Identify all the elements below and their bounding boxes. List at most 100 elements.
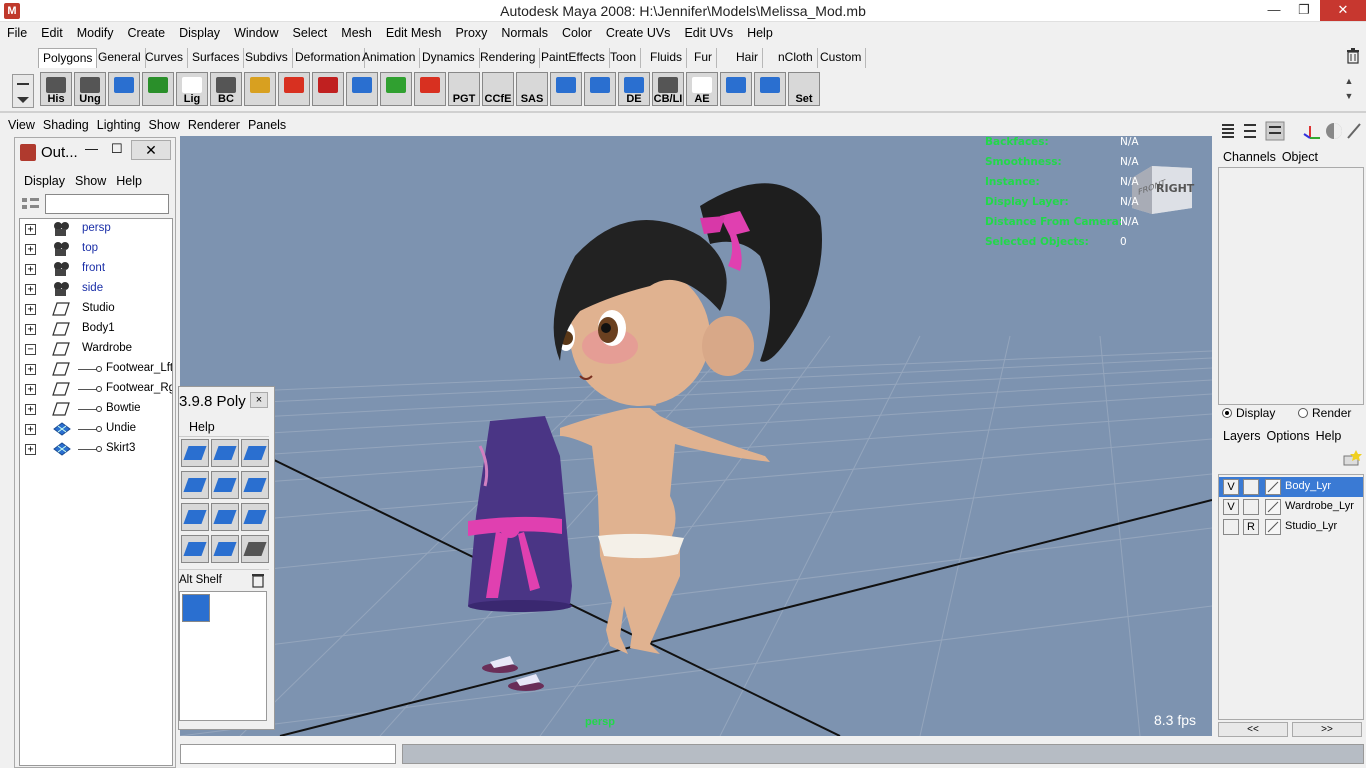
display-radio[interactable]: Display: [1222, 406, 1275, 420]
outliner-search-input[interactable]: [45, 194, 169, 214]
menu-normals[interactable]: Normals: [494, 22, 555, 44]
menu-mesh[interactable]: Mesh: [334, 22, 379, 44]
outliner-item-body1[interactable]: + Body1: [20, 319, 172, 339]
outliner-item-undie[interactable]: + Undie: [20, 419, 172, 439]
shelf-scroll[interactable]: ▲ ▼: [1342, 74, 1356, 106]
tab-toon[interactable]: Toon: [606, 48, 642, 68]
layer-reference-toggle[interactable]: R: [1243, 519, 1259, 535]
shelf-tool-ccfe-icon[interactable]: CCfE: [482, 72, 514, 106]
menu-window[interactable]: Window: [227, 22, 285, 44]
menu-create-uvs[interactable]: Create UVs: [599, 22, 678, 44]
panel-menu-view[interactable]: View: [4, 114, 39, 136]
expand-toggle-icon[interactable]: +: [25, 264, 36, 275]
shelf-tool-15-icon[interactable]: [550, 72, 582, 106]
outliner-titlebar[interactable]: Out... — ☐ ✕: [15, 138, 175, 168]
poly-tool-5-icon[interactable]: [241, 471, 269, 499]
expand-toggle-icon[interactable]: +: [25, 424, 36, 435]
panel-menu-shading[interactable]: Shading: [39, 114, 93, 136]
layer-nav-left-button[interactable]: <<: [1218, 722, 1288, 737]
tab-hair[interactable]: Hair: [732, 48, 764, 68]
filter-icon[interactable]: [21, 196, 41, 212]
expand-toggle-icon[interactable]: −: [25, 344, 36, 355]
shelf-tool-11-icon[interactable]: [414, 72, 446, 106]
shelf-tool-pgt-icon[interactable]: PGT: [448, 72, 480, 106]
layer-row-studio-lyr[interactable]: R Studio_Lyr: [1219, 517, 1363, 537]
expand-toggle-icon[interactable]: +: [25, 404, 36, 415]
tab-subdivs[interactable]: Subdivs: [241, 48, 293, 68]
expand-toggle-icon[interactable]: +: [25, 384, 36, 395]
outliner-maximize-button[interactable]: ☐: [111, 141, 123, 157]
panel-menu-renderer[interactable]: Renderer: [184, 114, 244, 136]
tab-fur[interactable]: Fur: [690, 48, 717, 68]
layer-menu-layers[interactable]: Layers: [1220, 427, 1264, 445]
poly-tool-10-icon[interactable]: [211, 535, 239, 563]
outliner-menu-show[interactable]: Show: [70, 172, 111, 190]
tab-painteffects[interactable]: PaintEffects: [537, 48, 610, 68]
tab-surfaces[interactable]: Surfaces: [188, 48, 245, 68]
shelf-tool-bc-icon[interactable]: BC: [210, 72, 242, 106]
shelf-tool-ung-icon[interactable]: Ung: [74, 72, 106, 106]
tab-polygons[interactable]: Polygons: [38, 48, 98, 68]
poly-tool-0-icon[interactable]: [181, 439, 209, 467]
render-radio[interactable]: Render: [1298, 406, 1351, 420]
shelf-tool-sas-icon[interactable]: SAS: [516, 72, 548, 106]
tab-ncloth[interactable]: nCloth: [774, 48, 818, 68]
poly-tool-3-icon[interactable]: [181, 471, 209, 499]
expand-toggle-icon[interactable]: +: [25, 224, 36, 235]
poly-tool-6-icon[interactable]: [181, 503, 209, 531]
shelf-tool-3-icon[interactable]: [142, 72, 174, 106]
expand-toggle-icon[interactable]: +: [25, 364, 36, 375]
outliner-minimize-button[interactable]: —: [85, 141, 98, 156]
panel-menu-panels[interactable]: Panels: [244, 114, 290, 136]
shelf-tool-6-icon[interactable]: [244, 72, 276, 106]
shelf-tool-his-icon[interactable]: His: [40, 72, 72, 106]
outliner-item-studio[interactable]: + Studio: [20, 299, 172, 319]
layer-visibility-toggle[interactable]: V: [1223, 479, 1239, 495]
display-radio-dot[interactable]: [1222, 408, 1232, 418]
tab-general[interactable]: General: [94, 48, 146, 68]
menu-help[interactable]: Help: [740, 22, 780, 44]
new-layer-icon[interactable]: [1342, 448, 1362, 468]
shelf-tool-7-icon[interactable]: [278, 72, 310, 106]
poly-tool-8-icon[interactable]: [241, 503, 269, 531]
layer-nav-right-button[interactable]: >>: [1292, 722, 1362, 737]
expand-toggle-icon[interactable]: +: [25, 444, 36, 455]
shelf-tool-21-icon[interactable]: [754, 72, 786, 106]
menu-color[interactable]: Color: [555, 22, 599, 44]
menu-modify[interactable]: Modify: [70, 22, 121, 44]
shelf-tool-set-icon[interactable]: Set: [788, 72, 820, 106]
layer-row-wardrobe-lyr[interactable]: V Wardrobe_Lyr: [1219, 497, 1363, 517]
menu-select[interactable]: Select: [286, 22, 335, 44]
perspective-viewport[interactable]: Backfaces: N/A Smoothness: N/A Instance: N/A D…: [180, 136, 1212, 736]
trash-icon[interactable]: [1346, 48, 1360, 64]
alt-shelf-label[interactable]: Alt Shelf: [179, 574, 222, 586]
tab-animation[interactable]: Animation: [358, 48, 421, 68]
layer-reference-toggle[interactable]: [1243, 499, 1259, 515]
outliner-close-button[interactable]: ✕: [131, 140, 171, 160]
shelf-tool-2-icon[interactable]: [108, 72, 140, 106]
panel-menu-lighting[interactable]: Lighting: [93, 114, 145, 136]
shelf-tool-9-icon[interactable]: [346, 72, 378, 106]
outliner-item-bowtie[interactable]: + Bowtie: [20, 399, 172, 419]
outliner-item-wardrobe[interactable]: − Wardrobe: [20, 339, 172, 359]
outliner-menu-help[interactable]: Help: [111, 172, 147, 190]
tab-deformation[interactable]: Deformation: [291, 48, 366, 68]
expand-toggle-icon[interactable]: +: [25, 284, 36, 295]
outliner-item-side[interactable]: + side: [20, 279, 172, 299]
outliner-item-footwear-lft[interactable]: + Footwear_Lft: [20, 359, 172, 379]
layer-color-swatch[interactable]: [1265, 519, 1281, 535]
shelf-tool-de-icon[interactable]: DE: [618, 72, 650, 106]
expand-toggle-icon[interactable]: +: [25, 244, 36, 255]
poly-tool-9-icon[interactable]: [181, 535, 209, 563]
render-radio-dot[interactable]: [1298, 408, 1308, 418]
poly-shelf-close-button[interactable]: ×: [250, 392, 268, 408]
layer-reference-toggle[interactable]: [1243, 479, 1259, 495]
outliner-item-footwear-rgt[interactable]: + Footwear_Rgt: [20, 379, 172, 399]
menu-edit[interactable]: Edit: [34, 22, 70, 44]
layer-color-swatch[interactable]: [1265, 499, 1281, 515]
tab-fluids[interactable]: Fluids: [646, 48, 688, 68]
alt-shelf-trash-icon[interactable]: [251, 572, 265, 588]
tab-custom[interactable]: Custom: [816, 48, 867, 68]
expand-toggle-icon[interactable]: +: [25, 304, 36, 315]
tab-curves[interactable]: Curves: [141, 48, 189, 68]
